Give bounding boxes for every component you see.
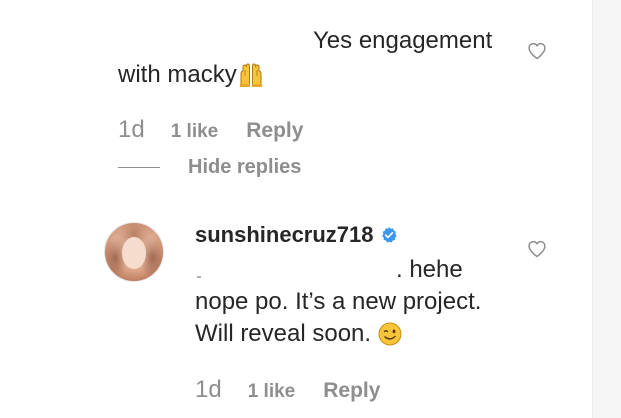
reply-text-line-1: . hehe [396,256,463,283]
redacted-mention [197,276,201,278]
reply-header: sunshinecruz718 [195,222,398,248]
heart-outline-icon [528,240,546,258]
comment-like-count[interactable]: 1 like [171,121,219,143]
hide-replies-button[interactable]: Hide replies [118,156,301,179]
scrollbar-track[interactable] [592,0,621,418]
hide-replies-label: Hide replies [188,156,302,178]
comment-reply-button[interactable]: Reply [246,119,303,143]
reply-username[interactable]: sunshinecruz718 [195,222,374,248]
avatar[interactable] [104,222,164,282]
comment-text-line-2: with macky [118,58,264,92]
reply-timestamp: 1d [195,376,222,403]
reply-like-count[interactable]: 1 like [248,381,296,403]
heart-outline-icon [528,42,546,60]
like-comment-button[interactable] [527,41,547,61]
comment-meta: 1d 1 like Reply [118,116,303,144]
reply-text-line-2: nope po. It’s a new project. [195,288,482,315]
reply-text-line-3-label: Will reveal soon. [195,320,372,347]
verified-badge-icon [381,227,397,243]
raising-hands-emoji-icon [239,63,262,87]
like-reply-button[interactable] [527,239,547,259]
comment-timestamp: 1d [118,116,145,143]
comment-text-line-1: Yes engagement [313,27,493,54]
avatar-face [122,237,146,269]
winking-face-emoji-icon [378,322,402,346]
comment-text-line-2-label: with macky [118,61,237,88]
reply-text-line-3: Will reveal soon. [195,318,402,350]
hide-replies-divider [118,167,160,168]
reply-reply-button[interactable]: Reply [323,379,380,403]
reply-meta: 1d 1 like Reply [195,376,380,404]
